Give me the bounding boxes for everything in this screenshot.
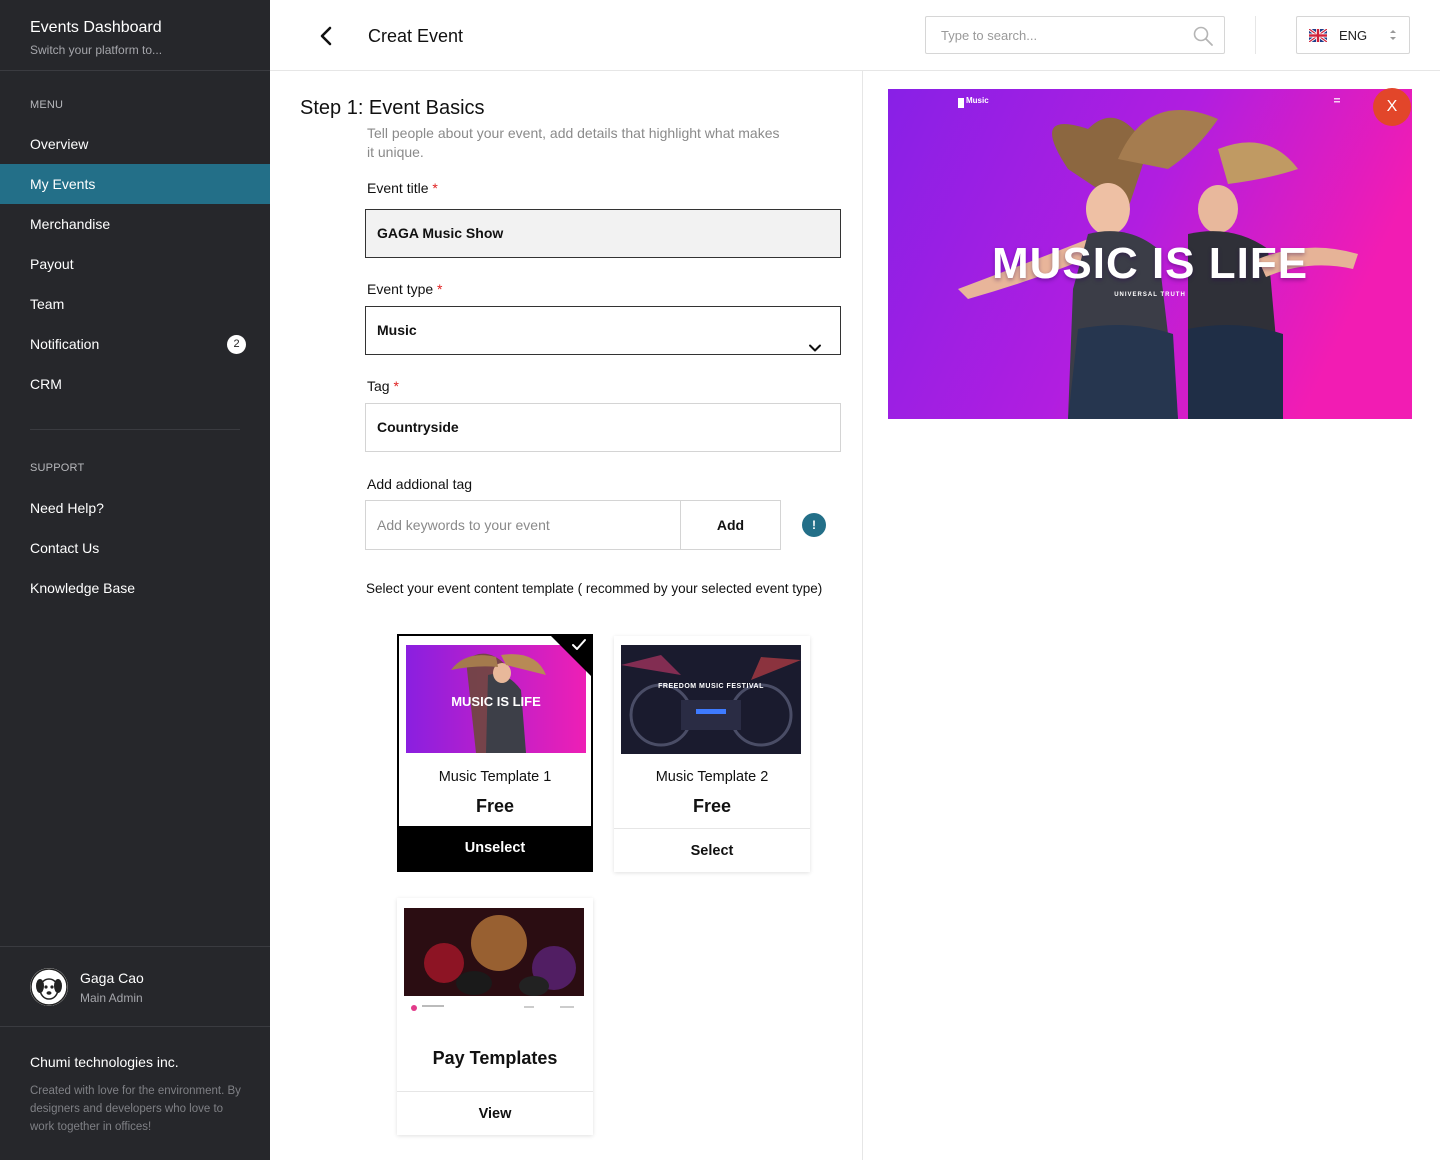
company-note: Created with love for the environment. B…	[30, 1085, 241, 1133]
language-label: ENG	[1339, 28, 1368, 43]
template-card-music-2[interactable]: FREEDOM MUSIC FESTIVAL Music Template 2 …	[614, 636, 810, 872]
page-title: Creat Event	[368, 26, 464, 46]
search-icon[interactable]	[1192, 25, 1214, 47]
required-mark: *	[393, 378, 399, 394]
sidebar-item-crm[interactable]: CRM	[0, 364, 270, 404]
user-name: Gaga Cao	[80, 970, 144, 986]
sidebar-item-label: Knowledge Base	[30, 580, 136, 596]
event-title-label: Event title *	[367, 180, 438, 196]
sidebar-item-label: Notification	[30, 336, 100, 352]
support-heading: SUPPORT	[30, 462, 85, 474]
sidebar: Events Dashboard Switch your platform to…	[0, 0, 270, 1160]
template-name: Music Template 2	[655, 769, 769, 785]
additional-tag-label: Add addional tag	[367, 476, 473, 492]
label-text: Tag	[367, 378, 390, 394]
tag-field[interactable]: Countryside	[365, 403, 841, 452]
sidebar-item-payout[interactable]: Payout	[0, 244, 270, 284]
avatar	[30, 968, 68, 1006]
sidebar-item-label: Merchandise	[30, 216, 111, 232]
close-preview-button[interactable]: X	[1373, 88, 1411, 126]
sidebar-divider	[30, 429, 240, 430]
view-templates-button[interactable]: View	[397, 1091, 593, 1135]
sidebar-item-overview[interactable]: Overview	[0, 124, 270, 164]
thumbnail-headline: MUSIC IS LIFE	[451, 694, 541, 709]
sidebar-item-label: Payout	[30, 256, 74, 272]
event-type-label: Event type *	[367, 281, 443, 297]
content-divider	[862, 71, 863, 1160]
step-title: Step 1: Event Basics	[300, 97, 485, 119]
event-type-value: Music	[377, 322, 417, 338]
menu-heading: MENU	[30, 99, 64, 111]
preview-subheadline: UNIVERSAL TRUTH	[1114, 292, 1186, 298]
sidebar-item-label: Contact Us	[30, 540, 100, 556]
sort-arrows-icon	[1389, 28, 1397, 42]
unselect-template-button[interactable]: Unselect	[399, 826, 591, 870]
template-name: Pay Templates	[432, 1048, 558, 1068]
language-select[interactable]: ENG	[1296, 16, 1410, 54]
tag-label: Tag *	[367, 378, 399, 394]
search-input[interactable]	[926, 17, 1186, 53]
uk-flag-icon	[1308, 27, 1328, 44]
preview-logo: Music	[966, 96, 989, 105]
search-box	[925, 16, 1225, 54]
header-separator	[1255, 16, 1256, 54]
preview-headline: MUSIC IS LIFE	[991, 239, 1309, 288]
brand-title: Events Dashboard	[30, 19, 162, 36]
template-thumbnail: FREEDOM MUSIC FESTIVAL	[621, 645, 801, 754]
sidebar-item-notification[interactable]: Notification 2	[0, 324, 270, 364]
event-type-select[interactable]: Music	[365, 306, 841, 355]
template-card-music-1[interactable]: MUSIC IS LIFE Music Template 1 Free Unse…	[397, 634, 593, 872]
sidebar-item-label: My Events	[30, 176, 96, 192]
sidebar-item-my-events[interactable]: My Events	[0, 164, 270, 204]
back-arrow-icon[interactable]	[318, 26, 336, 46]
brand-subtitle: Switch your platform to...	[30, 43, 163, 57]
sidebar-item-label: Overview	[30, 136, 89, 152]
template-card-pay[interactable]: Pay Templates View	[397, 898, 593, 1135]
sidebar-item-team[interactable]: Team	[0, 284, 270, 324]
label-text: Event type	[367, 281, 434, 297]
template-name: Music Template 1	[438, 769, 552, 785]
top-header: Creat Event ENG	[270, 0, 1440, 71]
sidebar-item-merchandise[interactable]: Merchandise	[0, 204, 270, 244]
user-profile[interactable]: Gaga Cao Main Admin	[0, 946, 270, 1027]
required-mark: *	[437, 281, 443, 297]
event-title-field[interactable]: GAGA Music Show	[365, 209, 841, 258]
template-preview: Music MUSIC IS LIFE UNIVERSAL TRUTH	[888, 89, 1412, 419]
label-text: Event title	[367, 180, 429, 196]
company-name: Chumi technologies inc.	[30, 1054, 179, 1070]
template-price: Free	[475, 796, 515, 816]
additional-tag-input[interactable]	[366, 501, 680, 549]
template-price: Free	[692, 796, 732, 816]
info-icon[interactable]: !	[802, 513, 826, 537]
select-template-button[interactable]: Select	[614, 828, 810, 872]
sidebar-item-need-help[interactable]: Need Help?	[0, 488, 270, 528]
required-mark: *	[432, 180, 438, 196]
sidebar-item-label: CRM	[30, 376, 62, 392]
additional-tag-box	[365, 500, 681, 550]
user-role: Main Admin	[80, 991, 143, 1005]
chevron-down-icon	[808, 325, 822, 352]
sidebar-item-contact-us[interactable]: Contact Us	[0, 528, 270, 568]
platform-switcher[interactable]: Events Dashboard Switch your platform to…	[0, 0, 270, 71]
sidebar-item-knowledge-base[interactable]: Knowledge Base	[0, 568, 270, 608]
step-description: Tell people about your event, add detail…	[367, 125, 780, 160]
sidebar-item-label: Team	[30, 296, 65, 312]
selected-check-icon	[549, 634, 593, 678]
template-note: Select your event content template ( rec…	[366, 581, 823, 596]
sidebar-item-label: Need Help?	[30, 500, 104, 516]
add-tag-button[interactable]: Add	[680, 500, 781, 550]
thumbnail-headline: FREEDOM MUSIC FESTIVAL	[658, 683, 764, 690]
template-thumbnail	[404, 908, 584, 1018]
notification-count-badge: 2	[227, 335, 246, 354]
